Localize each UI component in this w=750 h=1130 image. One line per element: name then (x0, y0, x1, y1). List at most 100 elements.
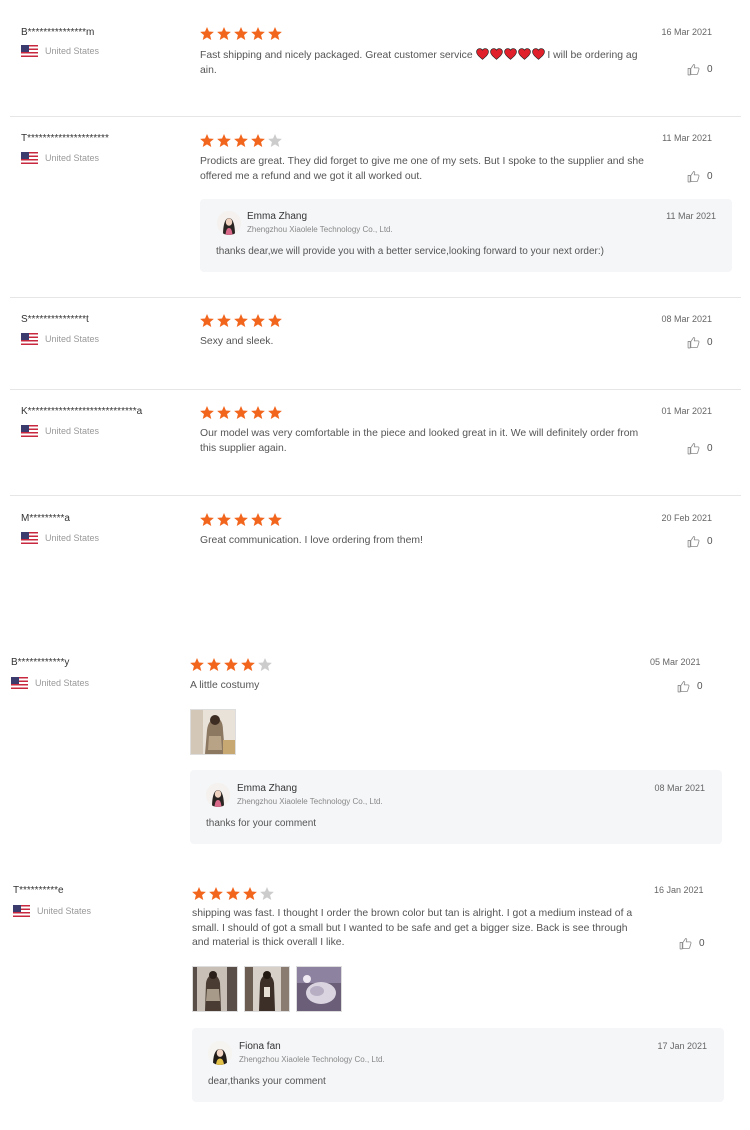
review-date: 08 Mar 2021 (661, 314, 712, 324)
star-icon (233, 26, 249, 42)
star-icon (199, 26, 215, 42)
thumbs-up-icon (687, 336, 700, 349)
reply-text: dear,thanks your comment (208, 1076, 326, 1087)
buyer-country: United States (21, 152, 99, 164)
reply-company: Zhengzhou Xiaolele Technology Co., Ltd. (247, 225, 393, 234)
country-label: United States (45, 533, 100, 543)
review-photo[interactable] (190, 709, 236, 755)
star-icon (259, 886, 275, 902)
star-icon (199, 405, 215, 421)
star-icon (233, 313, 249, 329)
thumbs-up-icon (687, 535, 700, 548)
review-photo[interactable] (244, 966, 290, 1012)
country-label: United States (45, 426, 100, 436)
buyer-name: S***************t (21, 314, 89, 325)
star-icon (206, 657, 222, 673)
review-item: S***************t United States Sexy and… (0, 298, 750, 388)
reply-date: 17 Jan 2021 (657, 1041, 707, 1051)
star-icon (216, 26, 232, 42)
us-flag-icon (21, 333, 38, 345)
star-icon (191, 886, 207, 902)
star-icon (257, 657, 273, 673)
buyer-name: B************y (11, 657, 70, 668)
helpful-button[interactable]: 0 (679, 937, 705, 950)
review-text: Sexy and sleek. (200, 336, 274, 347)
reply-author-name: Emma Zhang (247, 211, 308, 222)
helpful-count: 0 (707, 443, 713, 454)
review-text: Our model was very comfortable in the pi… (200, 428, 639, 454)
avatar (206, 783, 230, 807)
buyer-name: T**********e (13, 885, 64, 896)
star-icon (216, 133, 232, 149)
heart-icon (503, 48, 517, 60)
buyer-name: M*********a (21, 513, 70, 524)
review-item: M*********a United States Great communic… (0, 496, 750, 576)
thumbs-up-icon (687, 442, 700, 455)
helpful-button[interactable]: 0 (677, 680, 703, 693)
helpful-button[interactable]: 0 (687, 442, 713, 455)
review-item: B***************m United States Fast shi… (0, 0, 750, 116)
helpful-button[interactable]: 0 (687, 336, 713, 349)
helpful-count: 0 (707, 171, 713, 182)
country-label: United States (45, 46, 100, 56)
review-item: B************y United States A little co… (0, 650, 750, 850)
us-flag-icon (21, 152, 38, 164)
star-rating (189, 657, 273, 673)
seller-reply: Emma Zhang Zhengzhou Xiaolele Technology… (190, 770, 722, 844)
country-label: United States (37, 906, 92, 916)
star-icon (199, 512, 215, 528)
star-rating (191, 886, 275, 902)
star-icon (267, 313, 283, 329)
star-icon (216, 512, 232, 528)
buyer-country: United States (21, 425, 99, 437)
review-date: 01 Mar 2021 (661, 406, 712, 416)
reply-text: thanks dear,we will provide you with a b… (216, 246, 604, 257)
review-date: 05 Mar 2021 (650, 657, 701, 667)
review-text: Prodicts are great. They did forget to g… (200, 156, 644, 182)
star-icon (250, 405, 266, 421)
review-text: shipping was fast. I thought I order the… (192, 908, 633, 948)
reply-date: 11 Mar 2021 (666, 211, 716, 221)
star-rating (199, 133, 283, 149)
helpful-button[interactable]: 0 (687, 63, 713, 76)
buyer-name: B***************m (21, 27, 95, 38)
star-rating (199, 26, 283, 42)
us-flag-icon (21, 45, 38, 57)
review-date: 11 Mar 2021 (662, 133, 712, 143)
star-icon (216, 313, 232, 329)
reply-author-name: Fiona fan (239, 1041, 281, 1052)
review-item: K****************************a United St… (0, 390, 750, 495)
buyer-country: United States (13, 905, 91, 917)
star-icon (250, 26, 266, 42)
star-icon (225, 886, 241, 902)
us-flag-icon (11, 677, 28, 689)
helpful-count: 0 (707, 536, 713, 547)
review-photo[interactable] (296, 966, 342, 1012)
helpful-button[interactable]: 0 (687, 170, 713, 183)
buyer-country: United States (11, 677, 89, 689)
star-icon (242, 886, 258, 902)
country-label: United States (45, 153, 100, 163)
avatar (217, 211, 241, 235)
heart-icon (489, 48, 503, 60)
review-photo[interactable] (192, 966, 238, 1012)
star-rating (199, 512, 283, 528)
helpful-count: 0 (699, 938, 705, 949)
star-icon (208, 886, 224, 902)
review-text: A little costumy (190, 680, 260, 691)
review-item: T**********e United States shipping was … (0, 878, 750, 1108)
star-icon (223, 657, 239, 673)
star-icon (267, 133, 283, 149)
star-rating (199, 313, 283, 329)
star-icon (199, 133, 215, 149)
helpful-button[interactable]: 0 (687, 535, 713, 548)
star-icon (267, 405, 283, 421)
buyer-country: United States (21, 532, 99, 544)
heart-icon (475, 48, 489, 60)
reply-company: Zhengzhou Xiaolele Technology Co., Ltd. (239, 1055, 385, 1064)
us-flag-icon (21, 425, 38, 437)
reply-author-name: Emma Zhang (237, 783, 298, 794)
star-icon (240, 657, 256, 673)
star-icon (233, 405, 249, 421)
review-text-main: Fast shipping and nicely packaged. Great… (200, 50, 473, 61)
